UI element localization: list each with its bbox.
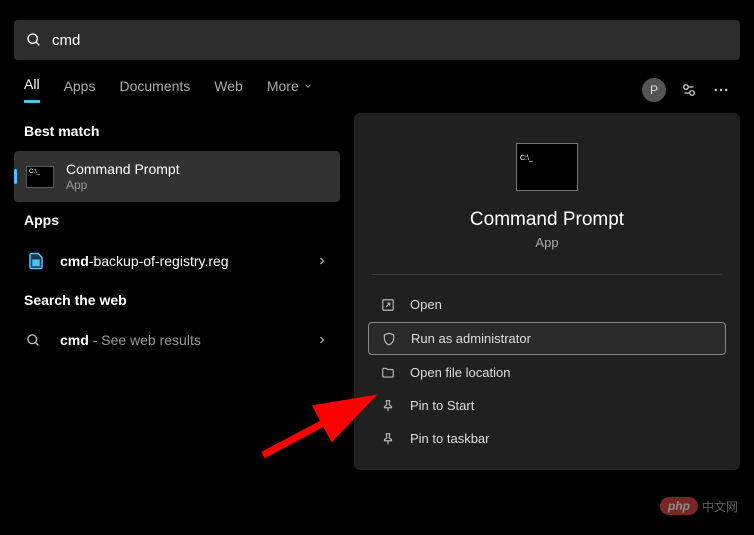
web-text: cmd - See web results	[60, 332, 316, 348]
section-apps: Apps	[14, 202, 340, 240]
tab-more-label: More	[267, 78, 299, 94]
split-view-icon[interactable]	[680, 81, 698, 99]
preview-subtitle: App	[368, 235, 726, 250]
action-label: Run as administrator	[411, 331, 531, 346]
open-icon	[380, 298, 396, 312]
preview-app-icon: C:\_	[516, 143, 578, 191]
action-open-file-location[interactable]: Open file location	[368, 357, 726, 388]
action-pin-to-start[interactable]: Pin to Start	[368, 390, 726, 421]
shield-icon	[381, 332, 397, 346]
action-label: Pin to taskbar	[410, 431, 490, 446]
action-label: Pin to Start	[410, 398, 474, 413]
search-icon	[26, 333, 46, 348]
pin-icon	[380, 399, 396, 413]
cmd-app-icon: C:\_	[26, 166, 54, 188]
result-title: Command Prompt	[66, 161, 328, 177]
more-options-icon[interactable]	[712, 81, 730, 99]
tab-documents[interactable]: Documents	[119, 78, 190, 102]
tabs-row: All Apps Documents Web More P	[0, 60, 754, 113]
tab-web[interactable]: Web	[214, 78, 243, 102]
results-column: Best match C:\_ Command Prompt App Apps …	[14, 113, 340, 470]
result-command-prompt[interactable]: C:\_ Command Prompt App	[14, 151, 340, 202]
user-avatar[interactable]: P	[642, 78, 666, 102]
folder-icon	[380, 366, 396, 380]
action-list: Open Run as administrator Open file loca…	[368, 289, 726, 454]
result-text: Command Prompt App	[66, 161, 328, 192]
content: Best match C:\_ Command Prompt App Apps …	[0, 113, 754, 470]
tab-apps[interactable]: Apps	[64, 78, 96, 102]
action-open[interactable]: Open	[368, 289, 726, 320]
chevron-right-icon	[316, 255, 328, 267]
tab-all[interactable]: All	[24, 76, 40, 103]
top-actions: P	[642, 78, 730, 102]
result-text: cmd-backup-of-registry.reg	[60, 253, 316, 269]
chevron-down-icon	[303, 81, 313, 91]
section-search-web: Search the web	[14, 282, 340, 320]
watermark: php 中文网	[660, 497, 738, 515]
action-run-as-administrator[interactable]: Run as administrator	[368, 322, 726, 355]
tabs: All Apps Documents Web More	[24, 76, 313, 103]
search-input[interactable]	[52, 32, 728, 49]
result-web-search[interactable]: cmd - See web results	[14, 320, 340, 360]
action-label: Open	[410, 297, 442, 312]
tab-more[interactable]: More	[267, 78, 313, 102]
result-subtitle: App	[66, 178, 328, 192]
registry-file-icon	[26, 250, 46, 272]
preview-panel: C:\_ Command Prompt App Open Run as admi…	[354, 113, 740, 470]
search-icon	[26, 32, 42, 48]
watermark-text: 中文网	[702, 498, 738, 515]
divider	[372, 274, 722, 275]
action-pin-to-taskbar[interactable]: Pin to taskbar	[368, 423, 726, 454]
pin-icon	[380, 432, 396, 446]
result-title: cmd-backup-of-registry.reg	[60, 253, 316, 269]
watermark-logo: php	[660, 497, 698, 515]
preview-title: Command Prompt	[368, 209, 726, 231]
section-best-match: Best match	[14, 113, 340, 151]
result-registry-file[interactable]: cmd-backup-of-registry.reg	[14, 240, 340, 282]
chevron-right-icon	[316, 334, 328, 346]
search-bar[interactable]	[14, 20, 740, 60]
action-label: Open file location	[410, 365, 510, 380]
